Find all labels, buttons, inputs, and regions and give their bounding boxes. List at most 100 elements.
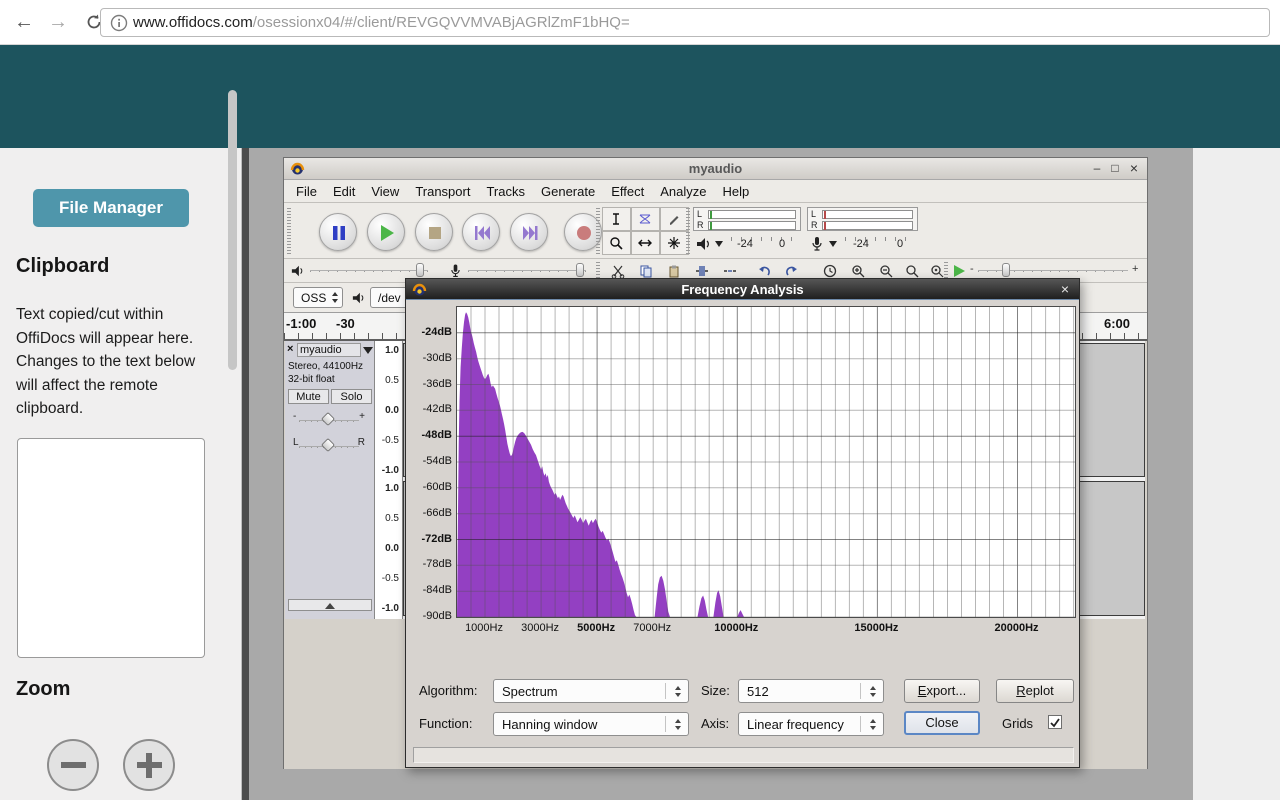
meter-scale-zero: 0 — [779, 238, 785, 250]
menu-generate[interactable]: Generate — [533, 180, 603, 203]
db-axis-labels: -24dB-30dB-36dB-42dB-48dB-54dB-60dB-66dB… — [406, 306, 454, 618]
input-volume-slider[interactable] — [468, 270, 586, 272]
selection-tool-button[interactable] — [602, 207, 631, 231]
track-name-menu[interactable]: myaudio — [297, 343, 361, 357]
menu-view[interactable]: View — [363, 180, 407, 203]
zoom-tool-button[interactable] — [602, 231, 631, 255]
clipboard-textarea[interactable] — [17, 438, 205, 658]
audio-host-select[interactable]: OSS — [293, 287, 343, 308]
db-tick-label: -48dB — [406, 429, 452, 441]
url-path: /osessionx04/#/client/REVGQVVMVABjAGRlZm… — [253, 14, 630, 31]
forward-icon[interactable]: → — [44, 8, 72, 36]
multi-tool-button[interactable] — [660, 231, 689, 255]
track-close-button[interactable]: × — [287, 343, 293, 355]
toolbar-grip[interactable] — [686, 208, 690, 254]
rewind-button[interactable] — [462, 213, 500, 251]
menu-bar: FileEditViewTransportTracksGenerateEffec… — [284, 180, 1147, 203]
draw-tool-button[interactable] — [660, 207, 689, 231]
play-button[interactable] — [367, 213, 405, 251]
meter-scale-minus24: -24 — [853, 238, 869, 250]
url-bar[interactable]: www.offidocs.com/osessionx04/#/client/RE… — [100, 8, 1270, 37]
gain-slider[interactable]: - + — [293, 411, 365, 429]
recording-meter-scale[interactable]: -24 0 — [807, 235, 918, 255]
dialog-titlebar[interactable]: Frequency Analysis × — [406, 279, 1079, 300]
panel-divider — [241, 148, 249, 800]
menu-file[interactable]: File — [288, 180, 325, 203]
dropdown-arrow-icon[interactable] — [715, 241, 723, 247]
function-select[interactable]: Hanning window — [493, 712, 689, 736]
close-button[interactable]: × — [1126, 161, 1142, 177]
menu-tracks[interactable]: Tracks — [478, 180, 533, 203]
size-select[interactable]: 512 — [738, 679, 884, 703]
track-menu-arrow-icon[interactable] — [363, 347, 373, 354]
menu-analyze[interactable]: Analyze — [652, 180, 714, 203]
draw-tool-icon — [667, 212, 681, 226]
playback-speed-thumb[interactable] — [1002, 263, 1010, 277]
back-icon[interactable]: ← — [10, 8, 38, 36]
envelope-tool-button[interactable] — [631, 207, 660, 231]
forward-button[interactable] — [510, 213, 548, 251]
track-format-line1: Stereo, 44100Hz — [288, 361, 363, 372]
minimize-button[interactable]: – — [1089, 161, 1105, 177]
cut-icon — [611, 264, 625, 278]
playback-speed-slider[interactable] — [978, 270, 1128, 272]
timeline-label: -30 — [336, 316, 355, 331]
toolbar-grip[interactable] — [287, 208, 291, 254]
pan-thumb[interactable] — [321, 438, 335, 452]
frequency-analysis-dialog: Frequency Analysis × -24dB-30dB-36dB-42d… — [405, 278, 1080, 768]
menu-effect[interactable]: Effect — [603, 180, 652, 203]
audacity-titlebar[interactable]: myaudio – □ × — [284, 158, 1147, 180]
output-volume-slider[interactable] — [310, 270, 428, 272]
solo-button[interactable]: Solo — [331, 389, 372, 404]
minus-icon — [61, 762, 86, 768]
microphone-icon — [811, 236, 823, 251]
meter-scale-zero: 0 — [897, 238, 903, 250]
stop-button[interactable] — [415, 213, 453, 251]
pause-button[interactable] — [319, 213, 357, 251]
track-format-line2: 32-bit float — [288, 374, 335, 385]
axis-value: Linear frequency — [747, 717, 844, 732]
file-manager-button[interactable]: File Manager — [33, 189, 189, 227]
stop-icon — [426, 224, 444, 242]
sidebar-scrollbar[interactable] — [228, 90, 237, 370]
toolbar-grip[interactable] — [596, 208, 600, 254]
export-button[interactable]: Export... — [904, 679, 980, 703]
play-at-speed-icon[interactable] — [952, 264, 966, 278]
maximize-button[interactable]: □ — [1107, 161, 1123, 177]
dialog-close-icon[interactable]: × — [1057, 281, 1073, 298]
page-info-icon[interactable] — [110, 14, 128, 32]
grids-checkbox[interactable] — [1048, 715, 1062, 729]
pan-slider[interactable]: L R — [293, 437, 365, 455]
grids-label: Grids — [1002, 716, 1033, 731]
algorithm-select[interactable]: Spectrum — [493, 679, 689, 703]
spectrum-area — [457, 312, 1075, 617]
dropdown-arrow-icon[interactable] — [829, 241, 837, 247]
recording-meter[interactable]: L R — [807, 207, 918, 231]
gain-thumb[interactable] — [321, 412, 335, 426]
zoom-in-button[interactable] — [123, 739, 175, 791]
meter-scale-minus24: -24 — [737, 238, 753, 250]
zoom-out-button[interactable] — [47, 739, 99, 791]
close-dialog-button[interactable]: Close — [904, 711, 980, 735]
ruler-value: -1.0 — [382, 465, 399, 476]
replot-button[interactable]: Replot — [996, 679, 1074, 703]
db-tick-label: -72dB — [406, 533, 452, 545]
menu-transport[interactable]: Transport — [407, 180, 478, 203]
mute-button[interactable]: Mute — [288, 389, 329, 404]
axis-select[interactable]: Linear frequency — [738, 712, 884, 736]
dialog-title: Frequency Analysis — [406, 279, 1079, 300]
collapse-track-button[interactable] — [288, 599, 372, 611]
output-volume-thumb[interactable] — [416, 263, 424, 277]
algorithm-value: Spectrum — [502, 684, 558, 699]
playback-meter[interactable]: L R — [693, 207, 801, 231]
menu-help[interactable]: Help — [714, 180, 757, 203]
selection-tool-icon — [609, 212, 623, 226]
menu-edit[interactable]: Edit — [325, 180, 363, 203]
playback-meter-scale[interactable]: -24 0 — [693, 235, 801, 255]
rewind-icon — [473, 224, 491, 242]
spectrum-plot[interactable] — [456, 306, 1076, 618]
multi-tool-icon — [667, 236, 681, 250]
pan-left-label: L — [293, 437, 299, 448]
timeshift-tool-button[interactable] — [631, 231, 660, 255]
input-volume-thumb[interactable] — [576, 263, 584, 277]
